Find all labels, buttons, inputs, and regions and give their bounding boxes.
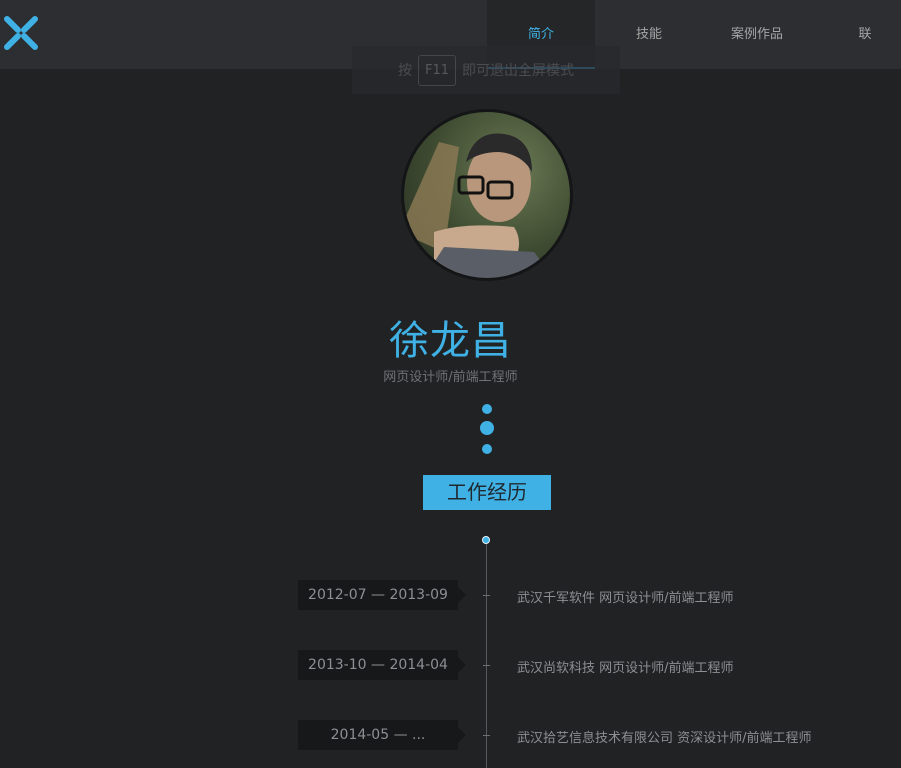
timeline-job: 武汉千军软件 网页设计师/前端工程师	[517, 587, 734, 606]
section-title-work-experience: 工作经历	[423, 475, 551, 510]
timeline-date: 2013-10 — 2014-04	[298, 650, 466, 680]
profile-photo	[404, 133, 554, 278]
job-role: 网页设计师/前端工程师	[599, 591, 734, 606]
timeline-date: 2014-05 — ...	[298, 720, 466, 750]
job-company: 武汉尚软科技	[517, 661, 596, 676]
timeline-tick	[483, 735, 490, 736]
nav-item-contact[interactable]: 联	[811, 0, 901, 69]
timeline-date: 2012-07 — 2013-09	[298, 580, 466, 610]
divider-dot	[482, 404, 492, 414]
profile-name: 徐龙昌	[389, 318, 512, 364]
fullscreen-hint-suffix: 即可退出全屏模式	[462, 63, 575, 79]
timeline-job: 武汉尚软科技 网页设计师/前端工程师	[517, 657, 734, 676]
divider-dot	[482, 444, 492, 454]
job-company: 武汉千军软件	[517, 591, 596, 606]
nav-item-portfolio[interactable]: 案例作品	[703, 0, 811, 69]
avatar	[401, 109, 573, 281]
profile-title: 网页设计师/前端工程师	[383, 370, 518, 385]
timeline-job: 武汉拾艺信息技术有限公司 资深设计师/前端工程师	[517, 727, 812, 746]
f11-key-badge: F11	[417, 54, 457, 86]
job-role: 资深设计师/前端工程师	[677, 731, 812, 746]
timeline-start-dot	[482, 536, 490, 544]
divider-dot	[480, 421, 494, 435]
job-role: 网页设计师/前端工程师	[599, 661, 734, 676]
timeline-tick	[483, 665, 490, 666]
job-company: 武汉拾艺信息技术有限公司	[517, 731, 674, 746]
timeline-tick	[483, 595, 490, 596]
logo-icon[interactable]	[2, 14, 40, 52]
fullscreen-hint: 按 F11 即可退出全屏模式	[352, 46, 620, 94]
fullscreen-hint-prefix: 按	[397, 63, 412, 79]
